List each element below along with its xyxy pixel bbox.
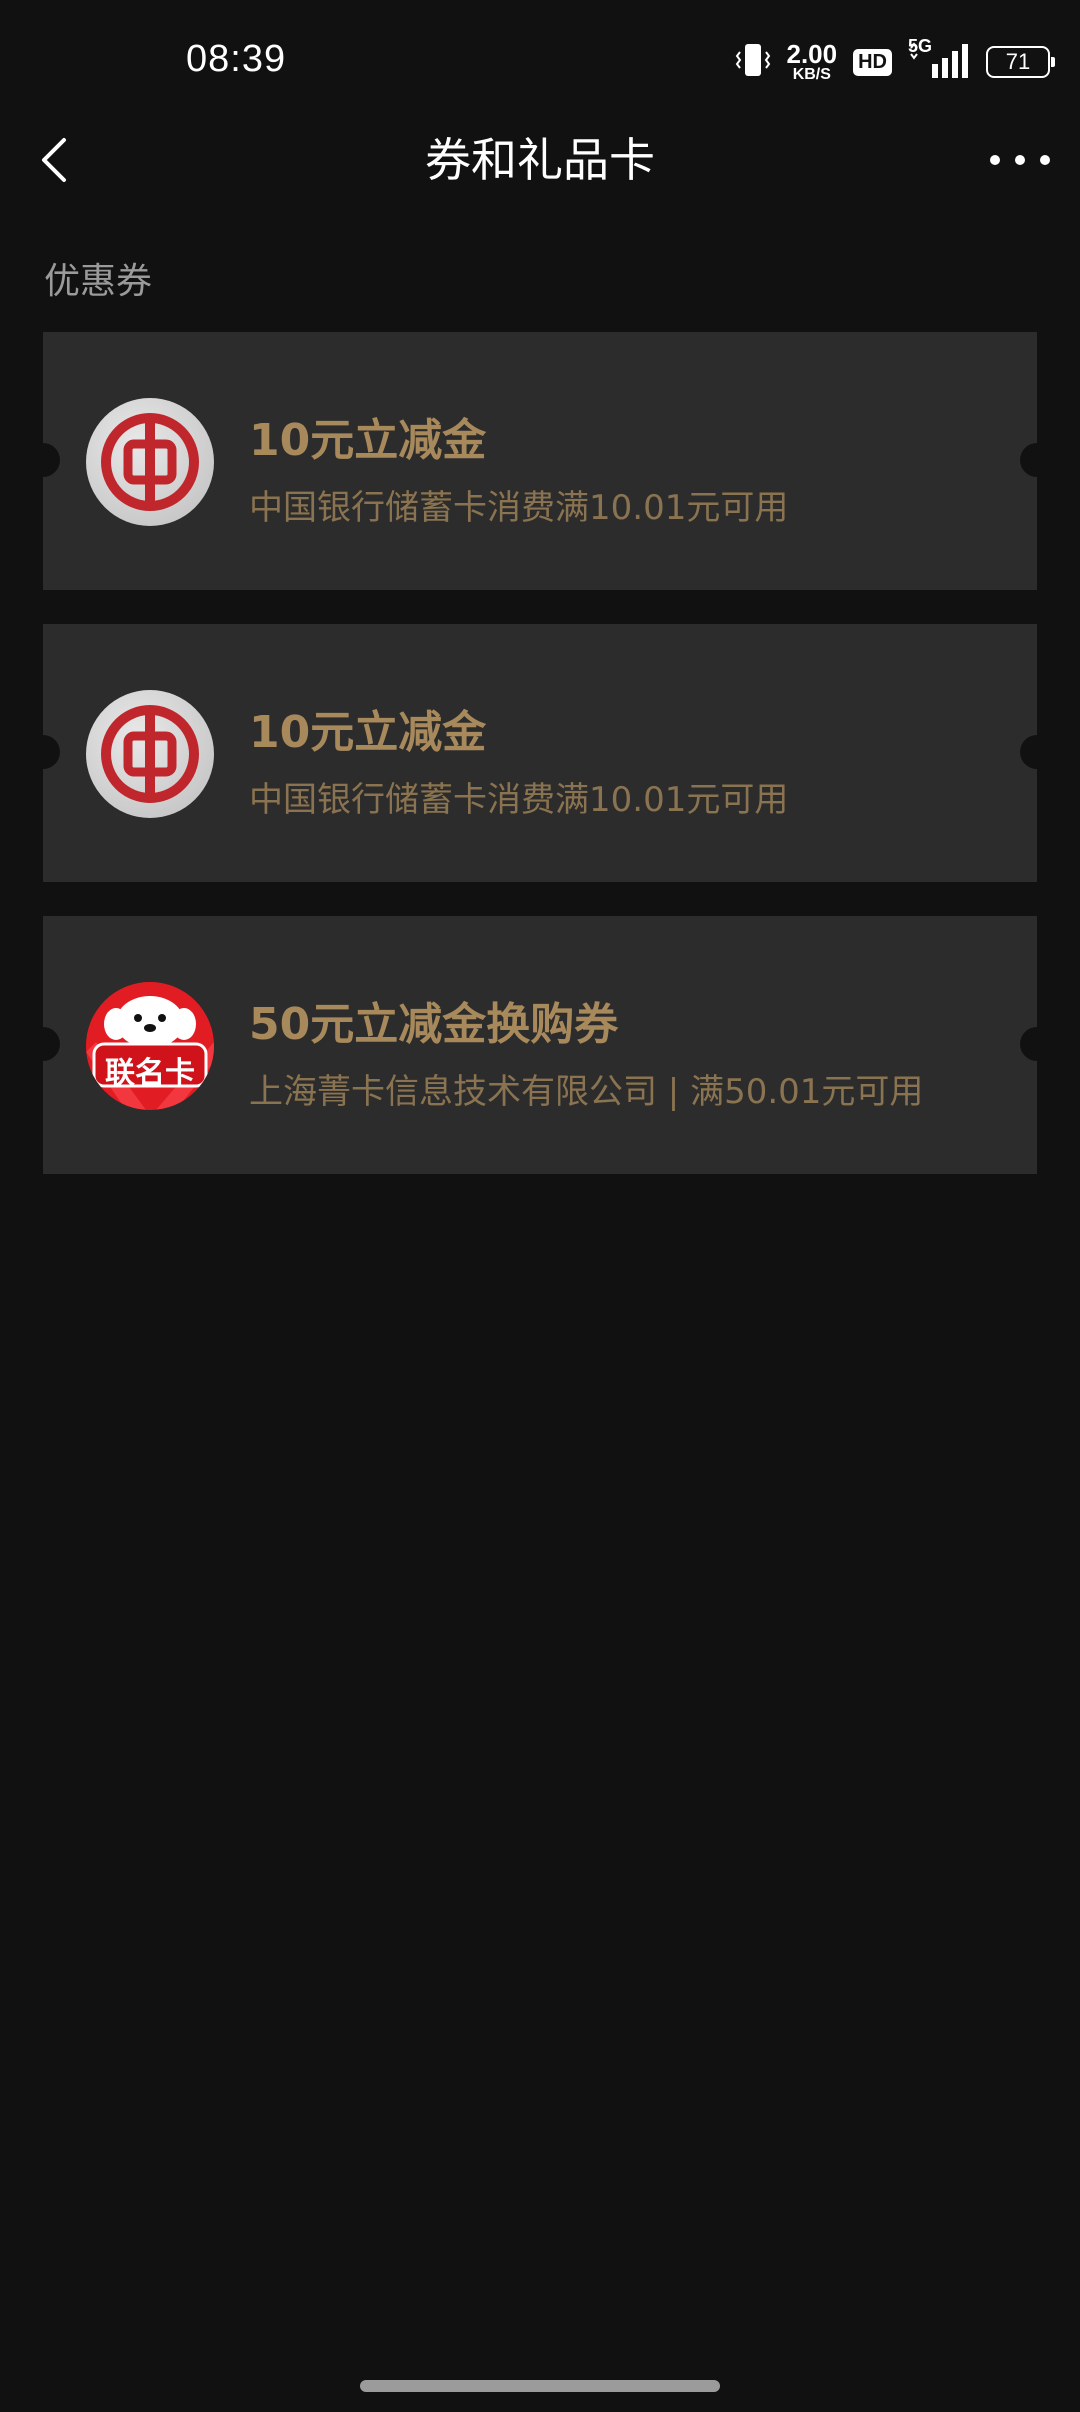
jd-logo-text: 联名卡 [105,1056,195,1091]
home-indicator[interactable] [360,2380,720,2392]
more-dot-icon [990,155,1000,165]
vibrate-icon [735,40,771,84]
hd-badge: HD [853,48,892,76]
page-title: 券和礼品卡 [425,133,655,187]
signal-5g-icon: 5G [908,36,970,82]
jd-co-branded-card-logo-icon: 联名卡 [86,982,214,1110]
status-time: 08:39 [186,38,287,80]
network-speed-value: 2.00 [786,39,838,69]
status-icons: 2.00 KB/S HD 5G 71 [735,36,1055,86]
coupon-description: 中国银行储蓄卡消费满10.01元可用 [249,780,789,820]
coupon-description: 中国银行储蓄卡消费满10.01元可用 [249,488,789,528]
more-options-button[interactable] [990,145,1050,175]
battery-icon: 71 [986,46,1055,78]
coupon-title: 50元立减金换购券 [249,999,619,1050]
more-dot-icon [1015,155,1025,165]
coupon-title: 10元立减金 [249,707,487,758]
coupon-title: 10元立减金 [249,415,487,466]
status-bar: 08:39 2.00 KB/S HD 5G 71 [0,0,1080,120]
network-speed: 2.00 KB/S [787,41,838,83]
network-type: 5G [908,36,933,56]
coupon-card[interactable]: 10元立减金 中国银行储蓄卡消费满10.01元可用 [26,624,1054,882]
coupon-card[interactable]: 10元立减金 中国银行储蓄卡消费满10.01元可用 [26,332,1054,590]
section-label-coupons: 优惠券 [44,261,153,302]
bank-of-china-logo-icon [86,398,214,526]
coupon-card[interactable]: 联名卡 50元立减金换购券 上海菁卡信息技术有限公司 | 满50.01元可用 [26,916,1054,1174]
coupon-description: 上海菁卡信息技术有限公司 | 满50.01元可用 [249,1072,924,1112]
more-dot-icon [1040,155,1050,165]
bank-of-china-logo-icon [86,690,214,818]
network-speed-unit: KB/S [792,66,831,83]
